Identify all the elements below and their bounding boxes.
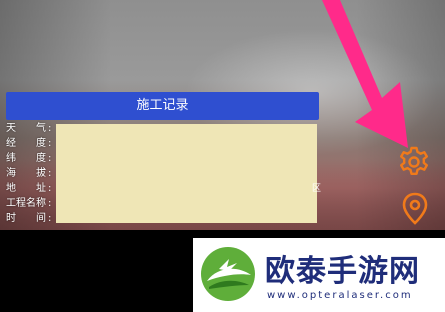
site-logo-icon	[201, 247, 255, 301]
record-values-redacted	[56, 124, 317, 223]
arrow-icon	[322, 0, 408, 148]
watermark-title: 欧泰手游网	[265, 254, 420, 289]
gear-icon[interactable]	[397, 145, 431, 179]
watermark-banner: 欧泰手游网 www.opteralaser.com	[193, 238, 445, 312]
record-title[interactable]: 施工记录	[6, 92, 319, 120]
field-latitude-label: 纬 度:	[6, 153, 52, 164]
watermark-url: www.opteralaser.com	[267, 290, 413, 301]
location-pin-icon[interactable]	[400, 192, 430, 226]
field-address-label: 地 址:	[6, 183, 52, 194]
record-field-list: 天 气: 经 度: 纬 度: 海 拔: 地 址: 工程名称: 时 间:	[6, 121, 51, 226]
address-overflow-char: 区	[312, 184, 322, 194]
field-time-label: 时 间:	[6, 213, 52, 224]
field-altitude-label: 海 拔:	[6, 168, 52, 179]
field-weather-label: 天 气:	[6, 123, 52, 134]
field-longitude-label: 经 度:	[6, 138, 52, 149]
field-project-name-label: 工程名称:	[6, 198, 52, 209]
